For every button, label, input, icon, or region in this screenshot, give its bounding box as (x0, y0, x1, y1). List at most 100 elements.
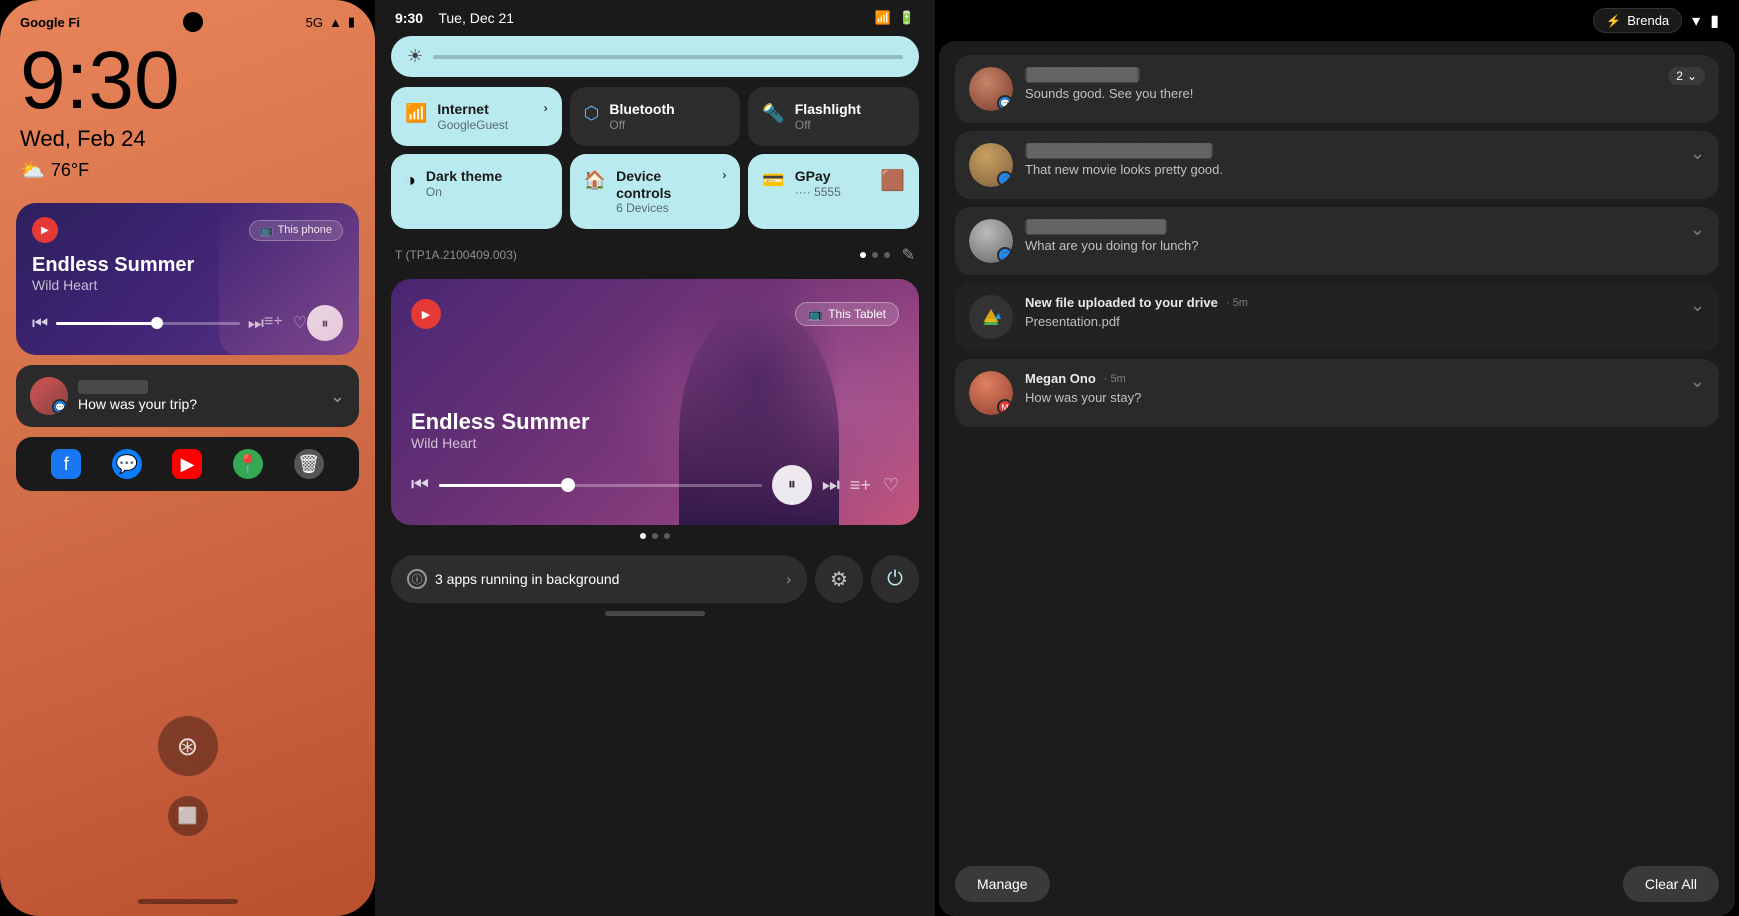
notif-avatar: 💬 (30, 377, 68, 415)
patrick-app-badge: 🎵 (997, 247, 1013, 263)
settings-button[interactable]: ⚙ (815, 555, 863, 603)
internet-icon: 📶 (405, 103, 427, 124)
notif-card-sunita[interactable]: 💬 ████████████ Sounds good. See you ther… (955, 55, 1719, 123)
drive-timestamp: · 5m (1226, 297, 1248, 309)
flashlight-icon: 🔦 (762, 103, 784, 124)
qs-devicecontrols-tile[interactable]: 🏠 Device controls 6 Devices › (570, 154, 741, 230)
tablet-progress-bar[interactable] (439, 484, 762, 487)
sunita-notif-body: ████████████ Sounds good. See you there! (1025, 67, 1656, 101)
phone-status-bar: Google Fi 5G ▲ ▮ (0, 0, 375, 32)
background-apps-button[interactable]: ⓘ 3 apps running in background › (391, 555, 807, 603)
bluetooth-icon: ⬡ (584, 103, 600, 124)
phone-notch (183, 12, 203, 32)
tablet-pause-button[interactable]: ⏸ (772, 465, 812, 505)
manage-button[interactable]: Manage (955, 866, 1050, 902)
sunita-app-badge: 💬 (997, 95, 1013, 111)
notif-card-patrick[interactable]: 🎵 ███████████████ What are you doing for… (955, 207, 1719, 275)
florian-expand-icon[interactable]: ⌄ (1690, 143, 1705, 164)
phone-weather: ⛅ 76°F (0, 152, 375, 183)
patrick-expand-icon[interactable]: ⌄ (1690, 219, 1705, 240)
battery-icon: ▮ (1710, 11, 1719, 31)
music-dot-2 (652, 533, 658, 539)
fingerprint-button[interactable]: ⊛ (158, 716, 218, 776)
notification-list: 💬 ████████████ Sounds good. See you ther… (939, 41, 1735, 856)
notif-card-drive[interactable]: New file uploaded to your drive · 5m Pre… (955, 283, 1719, 351)
tablet-music-card: ▶ 📺 This Tablet Endless Summer Wild Hear… (391, 279, 919, 525)
tablet-date: Tue, Dec 21 (438, 10, 514, 26)
tablet-music-info: Endless Summer Wild Heart ⏮ ⏸ ⏭ ≡+ ♡ (411, 409, 899, 505)
prev-button[interactable]: ⏮ (32, 313, 48, 334)
brenda-pill[interactable]: ⚡ Brenda (1593, 8, 1682, 33)
dock-youtube-icon[interactable]: ▶ (172, 449, 202, 479)
qs-bluetooth-tile[interactable]: ⬡ Bluetooth Off (570, 87, 741, 146)
notif-content: █████ · 2m How was your trip? (78, 380, 320, 412)
page-dots (860, 252, 890, 258)
dock-messenger-icon[interactable]: 💬 (112, 449, 142, 479)
clear-all-button[interactable]: Clear All (1623, 866, 1719, 902)
device-info-bar: T (TP1A.2100409.003) ✎ (391, 239, 919, 271)
megan-message: How was your stay? (1025, 390, 1678, 405)
tablet-music-controls: ⏮ ⏸ ⏭ ≡+ ♡ (411, 465, 899, 505)
drive-message: Presentation.pdf (1025, 314, 1678, 329)
devicecontrols-arrow: › (722, 168, 726, 182)
tablet-music-title: Endless Summer (411, 409, 899, 435)
recents-button[interactable]: ⬜ (168, 796, 208, 836)
florian-message: That new movie looks pretty good. (1025, 162, 1678, 177)
megan-expand-icon[interactable]: ⌄ (1690, 371, 1705, 392)
battery-icon: ▮ (348, 14, 355, 30)
patrick-avatar: 🎵 (969, 219, 1013, 263)
gpay-sublabel: ···· 5555 (795, 185, 841, 199)
signal-icon: ▲ (329, 15, 342, 30)
right-panel: ⚡ Brenda ▾ ▮ 💬 ████████████ Sounds good.… (935, 0, 1739, 916)
florian-app-badge: 🎵 (997, 171, 1013, 187)
tablet-heart-icon[interactable]: ♡ (883, 475, 899, 496)
dock-maps-icon[interactable]: 📍 (233, 449, 263, 479)
qs-flashlight-tile[interactable]: 🔦 Flashlight Off (748, 87, 919, 146)
tablet-time-date: 9:30 Tue, Dec 21 (395, 10, 514, 26)
phone-notification[interactable]: 💬 █████ · 2m How was your trip? ⌄ (16, 365, 359, 427)
tablet-next-button[interactable]: ⏭ (822, 474, 840, 497)
tablet-music-app-icon: ▶ (411, 299, 441, 329)
drive-notif-body: New file uploaded to your drive · 5m Pre… (1025, 295, 1678, 329)
qs-gpay-tile[interactable]: 💳 GPay ···· 5555 🟫 (748, 154, 919, 230)
tablet-music-extras: ≡+ ♡ (850, 475, 899, 496)
drive-expand-icon[interactable]: ⌄ (1690, 295, 1705, 316)
chevron-down-icon: ⌄ (1687, 69, 1697, 83)
flashlight-label: Flashlight (795, 101, 861, 118)
phone-music-widget[interactable]: ▶ 📺 This phone Endless Summer Wild Heart… (16, 203, 359, 355)
sunita-count-badge: 2 ⌄ (1668, 67, 1705, 85)
notif-card-megan[interactable]: M Megan Ono · 5m How was your stay? ⌄ (955, 359, 1719, 427)
power-button[interactable]: ⏻ (871, 555, 919, 603)
tablet-prev-button[interactable]: ⏮ (411, 474, 429, 497)
qs-tiles-row1: 📶 Internet GoogleGuest › ⬡ Bluetooth Off… (391, 87, 919, 146)
tablet-queue-icon[interactable]: ≡+ (850, 475, 871, 496)
qs-tiles-row2: ◑ Dark theme On 🏠 Device controls 6 Devi… (391, 154, 919, 230)
music-progress-bar[interactable] (56, 322, 240, 325)
qs-internet-tile[interactable]: 📶 Internet GoogleGuest › (391, 87, 562, 146)
phone-home-bar (138, 899, 238, 904)
flashlight-sublabel: Off (795, 118, 861, 132)
brightness-track[interactable] (433, 55, 903, 59)
internet-label: Internet (437, 101, 508, 118)
megan-app-badge: M (997, 399, 1013, 415)
phone-carrier: Google Fi (20, 15, 80, 30)
edit-icon[interactable]: ✎ (902, 245, 915, 265)
notif-card-florian[interactable]: 🎵 ████████████████████ That new movie lo… (955, 131, 1719, 199)
dock-trash-icon[interactable]: 🗑 (294, 449, 324, 479)
tablet-status-icons: 📶 🔋 (875, 10, 915, 26)
dock-facebook-icon[interactable]: f (51, 449, 81, 479)
quick-settings: ☀ 📶 Internet GoogleGuest › ⬡ Bluetooth O… (375, 36, 935, 271)
wifi-icon: 📶 (875, 10, 891, 26)
phone-bottom-buttons: ⊛ ⬜ (0, 716, 375, 836)
notif-message: How was your trip? (78, 396, 320, 412)
patrick-message: What are you doing for lunch? (1025, 238, 1678, 253)
florian-notif-body: ████████████████████ That new movie look… (1025, 143, 1678, 177)
tablet-time: 9:30 (395, 10, 423, 26)
darktheme-label: Dark theme (426, 168, 502, 185)
this-tablet-badge: 📺 This Tablet (795, 302, 899, 326)
tablet-home-bar (605, 611, 705, 616)
devicecontrols-label: Device controls (616, 168, 712, 202)
brightness-slider[interactable]: ☀ (391, 36, 919, 77)
qs-darktheme-tile[interactable]: ◑ Dark theme On (391, 154, 562, 230)
expand-icon[interactable]: ⌄ (330, 386, 345, 407)
